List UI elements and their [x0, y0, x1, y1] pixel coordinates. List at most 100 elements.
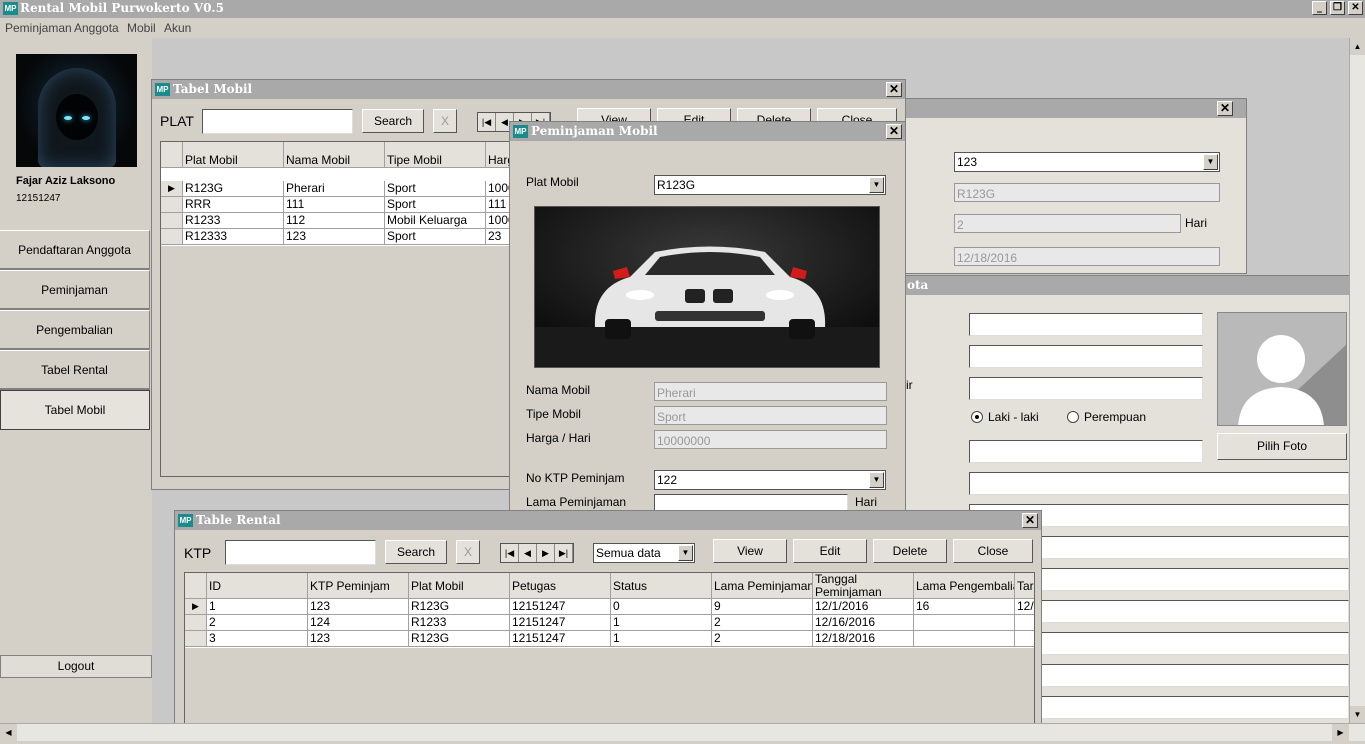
- tipe-mobil-field: Sport: [654, 406, 887, 425]
- clear-search-button[interactable]: X: [456, 540, 480, 564]
- gender-female-radio[interactable]: [1067, 411, 1079, 423]
- photo-placeholder: [1217, 312, 1347, 426]
- close-icon[interactable]: ✕: [886, 82, 902, 97]
- horizontal-scrollbar[interactable]: ◀ ▶: [0, 723, 1365, 741]
- column-header[interactable]: ID: [207, 573, 308, 599]
- status-filter-combo[interactable]: Semua data ▼: [593, 543, 695, 563]
- scroll-down-icon[interactable]: ▼: [1350, 706, 1365, 723]
- edit-button[interactable]: Edit: [793, 539, 867, 563]
- table-rental-title: Table Rental: [196, 513, 281, 527]
- minimize-icon[interactable]: _: [1312, 1, 1327, 15]
- search-button[interactable]: Search: [362, 109, 424, 133]
- close-icon[interactable]: ✕: [1022, 513, 1038, 528]
- clear-search-button[interactable]: X: [433, 109, 457, 133]
- pilih-foto-button[interactable]: Pilih Foto: [1217, 433, 1347, 460]
- avatar: [16, 54, 137, 167]
- harga-label: Harga / Hari: [526, 431, 591, 445]
- close-button[interactable]: Close: [953, 539, 1033, 563]
- scroll-left-icon[interactable]: ◀: [0, 724, 17, 741]
- table-row[interactable]: 2 124 R1233 12151247 1 2 12/16/2016: [185, 615, 1034, 631]
- sidebar-item-tabel-mobil[interactable]: Tabel Mobil: [0, 390, 150, 430]
- delete-button[interactable]: Delete: [873, 539, 947, 563]
- scroll-right-icon[interactable]: ▶: [1332, 724, 1349, 741]
- column-header[interactable]: Tar: [1015, 573, 1034, 599]
- last-record-icon[interactable]: ▶|: [555, 544, 573, 562]
- table-header: ID KTP Peminjam Plat Mobil Petugas Statu…: [185, 573, 1034, 599]
- tabel-mobil-titlebar: MP Tabel Mobil ✕: [152, 80, 905, 99]
- search-button[interactable]: Search: [385, 540, 447, 564]
- column-header[interactable]: Plat Mobil: [183, 142, 284, 168]
- column-header[interactable]: Plat Mobil: [409, 573, 510, 599]
- table-row[interactable]: ▶ 1 123 R123G 12151247 0 9 12/1/2016 16 …: [185, 599, 1034, 615]
- peminjaman-titlebar: MP Peminjaman Mobil ✕: [510, 122, 905, 141]
- back-form-lama-field: 2: [954, 214, 1181, 233]
- anggota-field-4[interactable]: [969, 440, 1203, 463]
- column-header[interactable]: Lama Peminjaman: [712, 573, 813, 599]
- nama-mobil-field: Pherari: [654, 382, 887, 401]
- view-button[interactable]: View: [713, 539, 787, 563]
- close-icon[interactable]: ✕: [886, 124, 902, 139]
- back-form-lama-unit: Hari: [1185, 216, 1208, 230]
- anggota-field-2[interactable]: [969, 345, 1203, 368]
- column-header[interactable]: KTP Peminjam: [308, 573, 409, 599]
- back-form-plat-field: R123G: [954, 183, 1220, 202]
- restore-icon[interactable]: ❐: [1330, 1, 1345, 15]
- tipe-mobil-label: Tipe Mobil: [526, 407, 581, 421]
- lama-peminjaman-label: Lama Peminjaman: [526, 495, 627, 509]
- menu-akun[interactable]: Akun: [164, 21, 191, 35]
- plat-search-label: PLAT: [160, 113, 194, 129]
- close-icon[interactable]: ✕: [1348, 1, 1363, 15]
- lama-unit-label: Hari: [855, 495, 878, 509]
- first-record-icon[interactable]: |◀: [478, 113, 496, 131]
- back-form-combo[interactable]: 123 ▼: [954, 152, 1220, 172]
- status-filter-value: Semua data: [596, 546, 661, 560]
- menu-anggota[interactable]: Anggota: [74, 21, 119, 35]
- close-icon[interactable]: ✕: [1217, 101, 1233, 116]
- anggota-field-1[interactable]: [969, 313, 1203, 336]
- app-titlebar: MP Rental Mobil Purwokerto V0.5 _ ❐ ✕: [0, 0, 1365, 18]
- peminjaman-title: Peminjaman Mobil: [531, 124, 658, 138]
- back-form-combo-value: 123: [957, 155, 978, 169]
- chevron-down-icon[interactable]: ▼: [869, 472, 884, 488]
- anggota-field-5[interactable]: [969, 472, 1349, 495]
- back-form-titlebar: ✕: [901, 99, 1246, 118]
- window-logo-icon: MP: [155, 83, 170, 96]
- window-logo-icon: MP: [178, 514, 193, 527]
- chevron-down-icon[interactable]: ▼: [678, 545, 693, 561]
- sidebar-item-pengembalian[interactable]: Pengembalian: [0, 310, 150, 350]
- prev-record-icon[interactable]: ◀: [519, 544, 537, 562]
- column-header[interactable]: Tipe Mobil: [385, 142, 486, 168]
- menu-peminjaman[interactable]: Peminjaman: [5, 21, 72, 35]
- plat-mobil-label: Plat Mobil: [526, 175, 579, 189]
- logout-button[interactable]: Logout: [0, 655, 152, 678]
- table-row[interactable]: 3 123 R123G 12151247 1 2 12/18/2016: [185, 631, 1034, 647]
- gender-male-label: Laki - laki: [988, 410, 1039, 424]
- column-header[interactable]: Petugas: [510, 573, 611, 599]
- vertical-scrollbar[interactable]: ▲ ▼: [1349, 38, 1365, 723]
- next-record-icon[interactable]: ▶: [537, 544, 555, 562]
- scroll-up-icon[interactable]: ▲: [1350, 38, 1365, 55]
- chevron-down-icon[interactable]: ▼: [1203, 154, 1218, 170]
- column-header[interactable]: Status: [611, 573, 712, 599]
- column-header[interactable]: Tanggal Peminjaman: [813, 573, 914, 599]
- ktp-search-input[interactable]: [225, 540, 376, 565]
- sidebar-item-peminjaman[interactable]: Peminjaman: [0, 270, 150, 310]
- harga-field: 10000000: [654, 430, 887, 449]
- gender-male-radio[interactable]: [971, 411, 983, 423]
- column-header[interactable]: Lama Pengembalian: [914, 573, 1015, 599]
- chevron-down-icon[interactable]: ▼: [869, 177, 884, 193]
- anggota-partial-label: ir: [906, 378, 913, 392]
- column-header[interactable]: Nama Mobil: [284, 142, 385, 168]
- plat-mobil-combo[interactable]: R123G ▼: [654, 175, 886, 195]
- sidebar-item-pendaftaran-anggota[interactable]: Pendaftaran Anggota: [0, 230, 150, 270]
- ktp-combo[interactable]: 122 ▼: [654, 470, 886, 490]
- plat-search-input[interactable]: [202, 109, 353, 134]
- anggota-field-3[interactable]: [969, 377, 1203, 400]
- record-navigator: |◀ ◀ ▶ ▶|: [500, 543, 574, 563]
- window-logo-icon: MP: [513, 125, 528, 138]
- sidebar-item-tabel-rental[interactable]: Tabel Rental: [0, 350, 150, 390]
- menu-mobil[interactable]: Mobil: [127, 21, 156, 35]
- rental-table: ID KTP Peminjam Plat Mobil Petugas Statu…: [184, 572, 1035, 723]
- ktp-search-label: KTP: [184, 545, 212, 561]
- first-record-icon[interactable]: |◀: [501, 544, 519, 562]
